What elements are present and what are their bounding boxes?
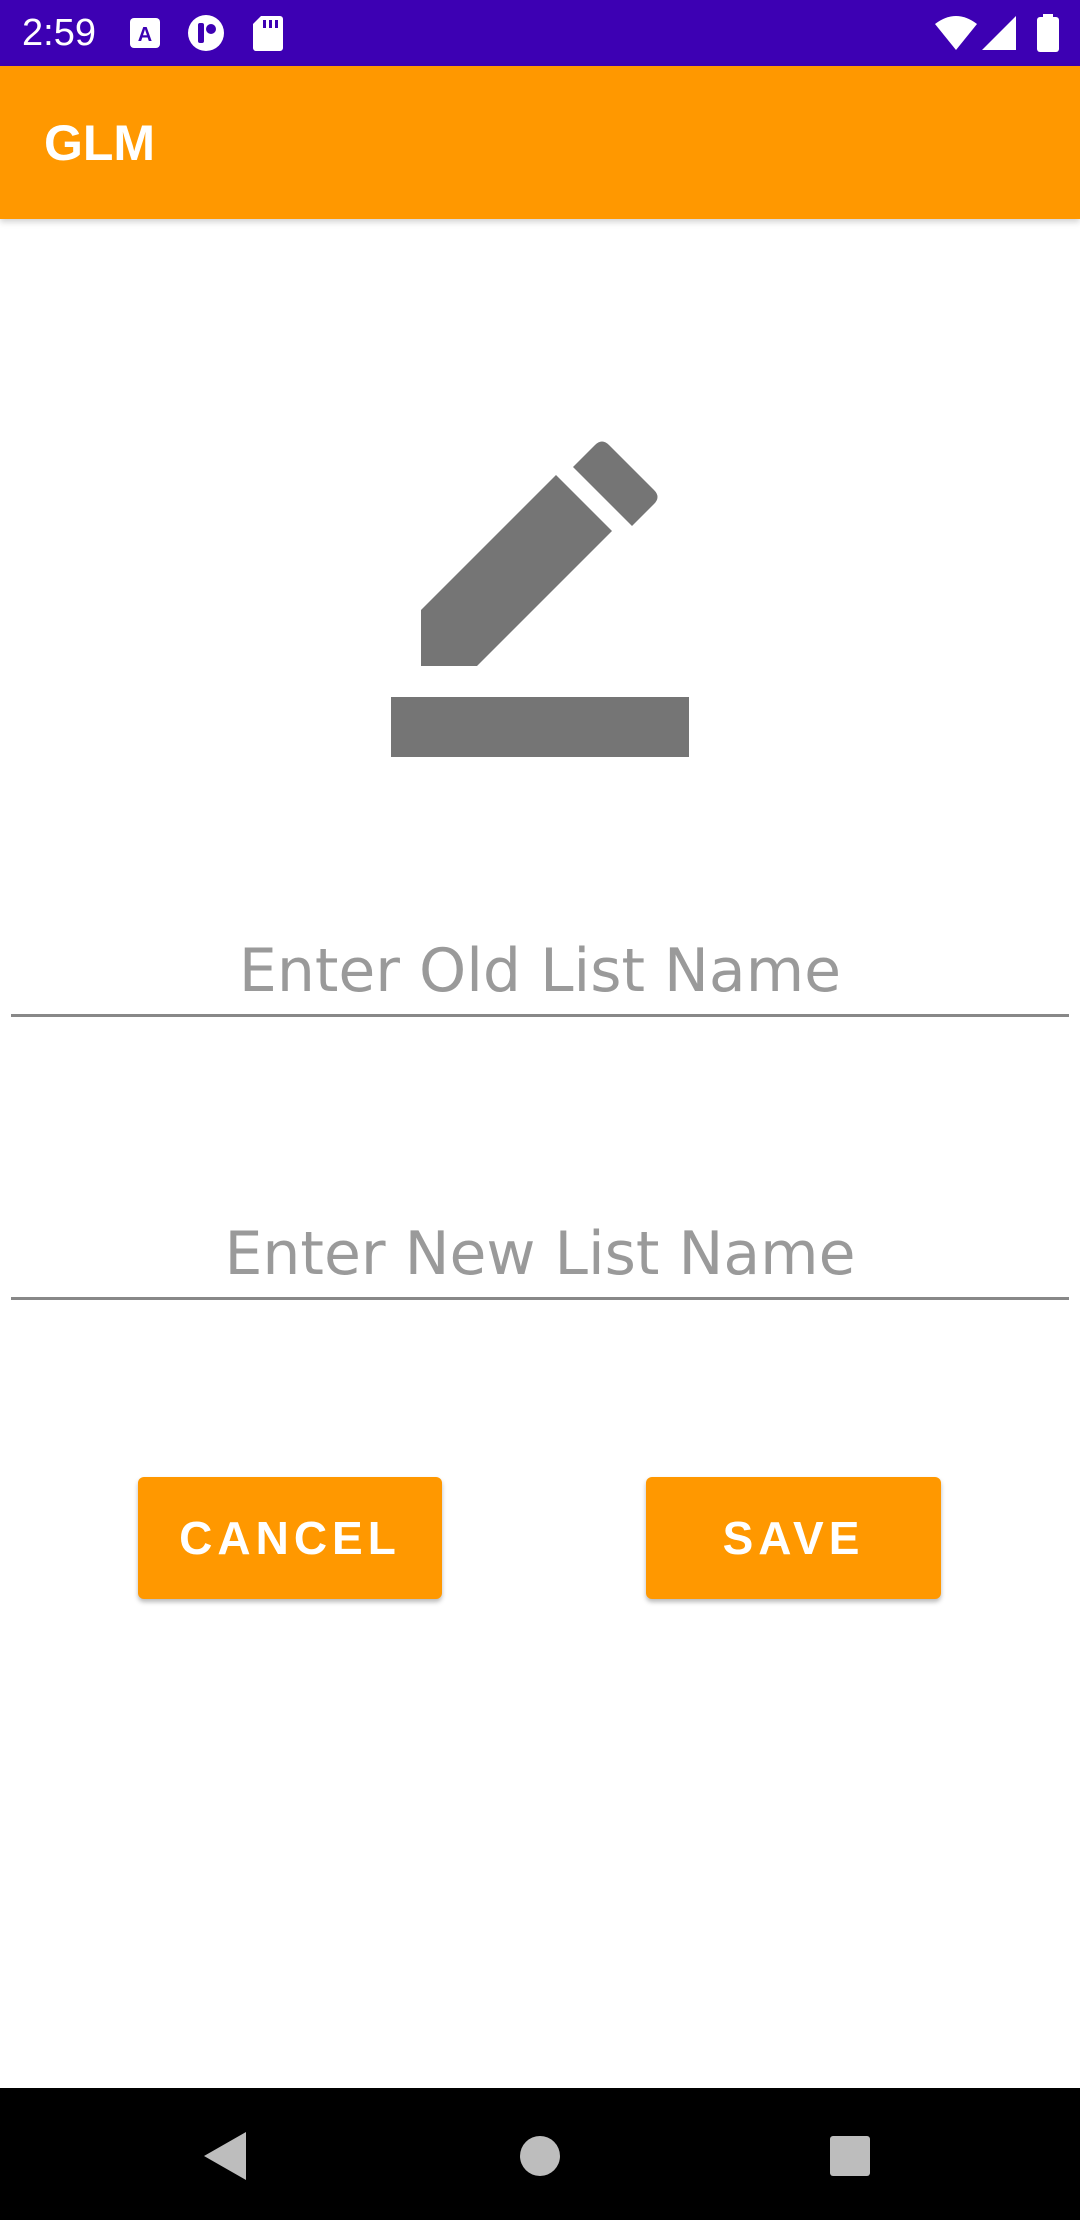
old-list-name-input[interactable] <box>11 927 1069 1017</box>
svg-text:A: A <box>138 24 152 46</box>
pocket-icon <box>188 15 224 51</box>
app-title: GLM <box>44 115 156 171</box>
edit-pencil-icon <box>391 441 689 757</box>
status-bar: 2:59 A <box>0 0 1080 66</box>
app-bar: GLM <box>0 66 1080 219</box>
save-button[interactable]: SAVE <box>646 1477 941 1599</box>
navigation-bar <box>0 2088 1080 2220</box>
back-icon[interactable] <box>186 2116 266 2196</box>
cancel-button[interactable]: CANCEL <box>138 1477 442 1599</box>
wifi-icon <box>935 16 977 50</box>
status-time: 2:59 <box>22 12 96 54</box>
new-list-name-input[interactable] <box>11 1210 1069 1300</box>
recents-icon[interactable] <box>810 2116 890 2196</box>
battery-icon <box>1037 14 1059 52</box>
home-icon[interactable] <box>500 2116 580 2196</box>
signal-icon <box>982 16 1016 50</box>
sd-card-icon <box>253 16 283 51</box>
a11y-icon: A <box>130 18 160 48</box>
edit-list-screen: 2:59 A GLM Enter Old List Name Enter New… <box>0 0 1080 2220</box>
